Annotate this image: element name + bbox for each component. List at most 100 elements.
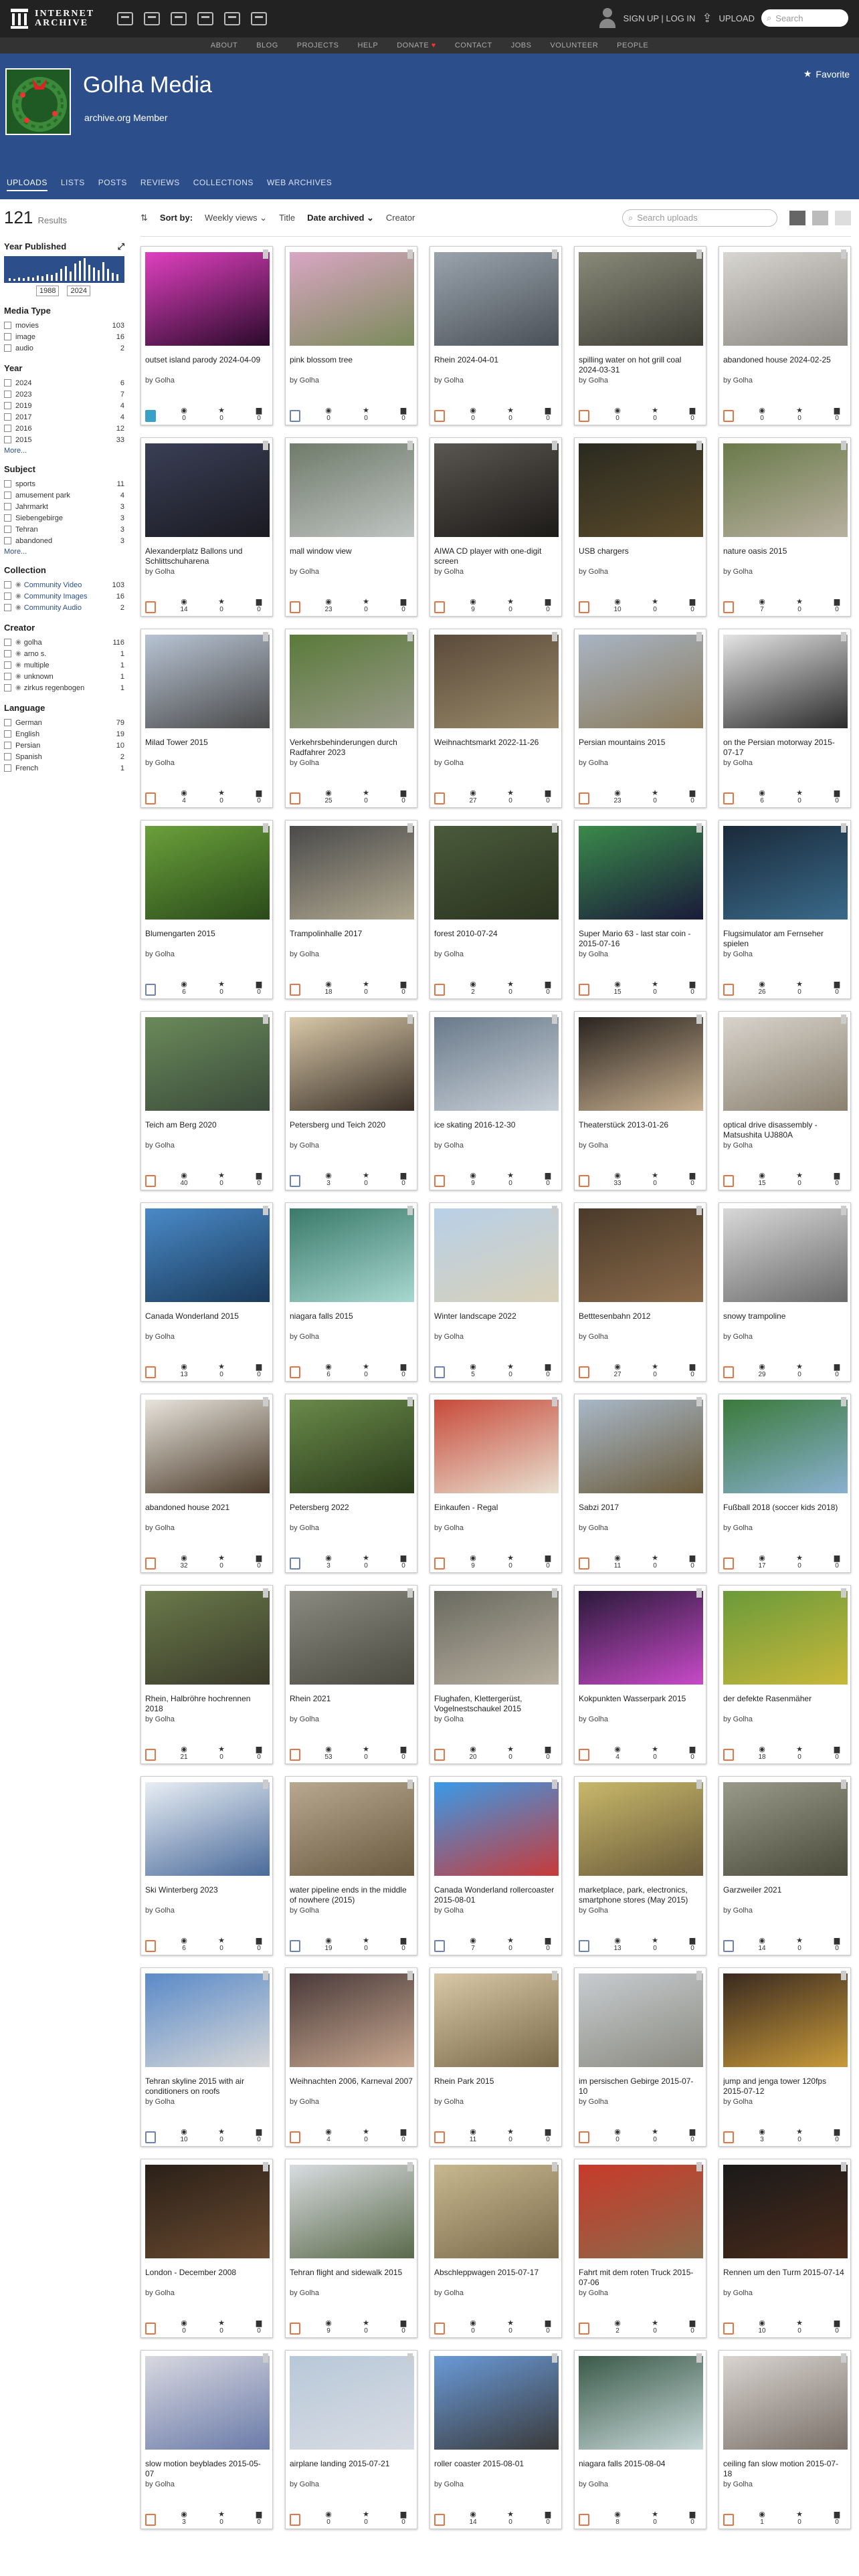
item-thumbnail[interactable] [290, 252, 414, 346]
item-card[interactable]: Sabzi 2017 by Golha ◉ 11 ★ 0 ▆ 0 [574, 1394, 706, 1573]
item-thumbnail[interactable] [434, 826, 559, 920]
item-thumbnail[interactable] [723, 1591, 848, 1685]
item-card[interactable]: niagara falls 2015-08-04 by Golha ◉ 8 ★ 0 ▆ 0 [574, 2350, 706, 2529]
item-title[interactable]: Canada Wonderland 2015 [145, 1311, 268, 1331]
item-title[interactable]: Rhein 2024-04-01 [434, 355, 557, 375]
item-title[interactable]: Abschleppwagen 2015-07-17 [434, 2268, 557, 2288]
bookmark-icon[interactable] [552, 1780, 557, 1789]
item-title[interactable]: Theaterstück 2013-01-26 [579, 1120, 702, 1140]
facet-creator-item[interactable]: ◉ multiple 1 [4, 659, 124, 671]
facet-subject-item[interactable]: Tehran 3 [4, 524, 124, 535]
item-thumbnail[interactable] [290, 2356, 414, 2450]
search-uploads-input[interactable]: ⌕ Search uploads [622, 209, 777, 227]
facet-media-type-item[interactable]: audio 2 [4, 342, 124, 354]
item-thumbnail[interactable] [290, 1400, 414, 1493]
item-thumbnail[interactable] [145, 1208, 270, 1302]
subnav-blog[interactable]: BLOG [256, 41, 278, 49]
search-input[interactable]: ⌕ Search [761, 9, 848, 27]
bookmark-icon[interactable] [696, 1014, 702, 1024]
checkbox[interactable] [4, 593, 11, 600]
bookmark-icon[interactable] [263, 1014, 268, 1024]
item-title[interactable]: Fahrt mit dem roten Truck 2015-07-06 [579, 2268, 702, 2288]
item-title[interactable]: ceiling fan slow motion 2015-07-18 [723, 2459, 846, 2479]
checkbox[interactable] [4, 581, 11, 588]
item-card[interactable]: outset island parody 2024-04-09 by Golha ◉… [140, 246, 273, 425]
item-title[interactable]: water pipeline ends in the middle of now… [290, 1885, 413, 1905]
bookmark-icon[interactable] [263, 249, 268, 259]
item-title[interactable]: Kokpunkten Wasserpark 2015 [579, 1694, 702, 1714]
subnav-donate[interactable]: DONATE ♥ [397, 41, 436, 49]
item-card[interactable]: Canada Wonderland rollercoaster 2015-08-… [430, 1776, 562, 1955]
item-thumbnail[interactable] [290, 826, 414, 920]
item-thumbnail[interactable] [290, 443, 414, 537]
item-thumbnail[interactable] [145, 2165, 270, 2258]
bookmark-icon[interactable] [696, 249, 702, 259]
item-card[interactable]: abandoned house 2024-02-25 by Golha ◉ 0 ★ 0 ▆ 0 [719, 246, 851, 425]
subnav-about[interactable]: ABOUT [211, 41, 237, 49]
subnav-jobs[interactable]: JOBS [511, 41, 532, 49]
facet-creator-item[interactable]: ◉ arno s. 1 [4, 648, 124, 659]
item-thumbnail[interactable] [434, 1782, 559, 1876]
bookmark-icon[interactable] [696, 441, 702, 450]
item-thumbnail[interactable] [145, 1782, 270, 1876]
item-card[interactable]: ceiling fan slow motion 2015-07-18 by Gol… [719, 2350, 851, 2529]
item-thumbnail[interactable] [579, 826, 703, 920]
item-card[interactable]: Canada Wonderland 2015 by Golha ◉ 13 ★ 0 ▆ 0 [140, 1202, 273, 1382]
sort-weekly-views[interactable]: Weekly views ⌄ [205, 213, 267, 223]
checkbox[interactable] [4, 673, 11, 680]
bookmark-icon[interactable] [552, 2353, 557, 2363]
user-icon[interactable] [598, 7, 617, 29]
item-thumbnail[interactable] [434, 635, 559, 728]
software-icon[interactable] [224, 12, 241, 25]
year-from-input[interactable]: 1988 [36, 286, 60, 296]
facet-creator-item[interactable]: ◉ zirkus regenbogen 1 [4, 682, 124, 693]
bookmark-icon[interactable] [263, 441, 268, 450]
item-card[interactable]: Petersberg 2022 by Golha ◉ 3 ★ 0 ▆ 0 [285, 1394, 417, 1573]
item-thumbnail[interactable] [434, 1208, 559, 1302]
item-card[interactable]: marketplace, park, electronics, smartpho… [574, 1776, 706, 1955]
facet-year-item[interactable]: 2019 4 [4, 400, 124, 411]
checkbox[interactable] [4, 730, 11, 738]
bookmark-icon[interactable] [552, 632, 557, 641]
item-card[interactable]: nature oasis 2015 by Golha ◉ 7 ★ 0 ▆ 0 [719, 437, 851, 617]
item-card[interactable]: Verkehrsbehinderungen durch Radfahrer 20… [285, 629, 417, 808]
item-card[interactable]: pink blossom tree by Golha ◉ 0 ★ 0 ▆ 0 [285, 246, 417, 425]
item-title[interactable]: Trampolinhalle 2017 [290, 929, 413, 949]
item-card[interactable]: ice skating 2016-12-30 by Golha ◉ 9 ★ 0 ▆ 0 [430, 1011, 562, 1190]
item-thumbnail[interactable] [723, 1400, 848, 1493]
bookmark-icon[interactable] [263, 823, 268, 833]
item-card[interactable]: spilling water on hot grill coal 2024-03… [574, 246, 706, 425]
images-icon[interactable] [251, 12, 268, 25]
item-card[interactable]: slow motion beyblades 2015-05-07 by Golha… [140, 2350, 273, 2529]
item-thumbnail[interactable] [434, 2165, 559, 2258]
item-card[interactable]: Rhein 2021 by Golha ◉ 53 ★ 0 ▆ 0 [285, 1585, 417, 1764]
item-thumbnail[interactable] [723, 1017, 848, 1111]
item-title[interactable]: roller coaster 2015-08-01 [434, 2459, 557, 2479]
item-title[interactable]: Petersberg 2022 [290, 1503, 413, 1523]
auth-links[interactable]: SIGN UP | LOG IN [624, 13, 696, 23]
item-title[interactable]: snowy trampoline [723, 1311, 846, 1331]
bookmark-icon[interactable] [552, 2162, 557, 2171]
item-card[interactable]: Rhein 2024-04-01 by Golha ◉ 0 ★ 0 ▆ 0 [430, 246, 562, 425]
checkbox[interactable] [4, 764, 11, 772]
bookmark-icon[interactable] [263, 1971, 268, 1980]
facet-media-type-item[interactable]: image 16 [4, 331, 124, 342]
item-card[interactable]: Fußball 2018 (soccer kids 2018) by Golha ◉… [719, 1394, 851, 1573]
bookmark-icon[interactable] [841, 823, 846, 833]
item-card[interactable]: Weihnachten 2006, Karneval 2007 by Golha ◉… [285, 1967, 417, 2147]
checkbox[interactable] [4, 402, 11, 409]
bookmark-icon[interactable] [841, 1206, 846, 1215]
item-title[interactable]: Fußball 2018 (soccer kids 2018) [723, 1503, 846, 1523]
item-card[interactable]: im persischen Gebirge 2015-07-10 by Golha… [574, 1967, 706, 2147]
item-title[interactable]: Rhein 2021 [290, 1694, 413, 1714]
item-title[interactable]: Persian mountains 2015 [579, 738, 702, 758]
item-thumbnail[interactable] [145, 443, 270, 537]
item-title[interactable]: Alexanderplatz Ballons und Schlittschuha… [145, 546, 268, 566]
bookmark-icon[interactable] [407, 1206, 413, 1215]
item-card[interactable]: Rhein, Halbröhre hochrennen 2018 by Golha… [140, 1585, 273, 1764]
year-to-input[interactable]: 2024 [67, 286, 90, 296]
tab-posts[interactable]: POSTS [98, 178, 127, 191]
facet-language-item[interactable]: Spanish 2 [4, 751, 124, 762]
item-title[interactable]: abandoned house 2024-02-25 [723, 355, 846, 375]
item-title[interactable]: on the Persian motorway 2015-07-17 [723, 738, 846, 758]
